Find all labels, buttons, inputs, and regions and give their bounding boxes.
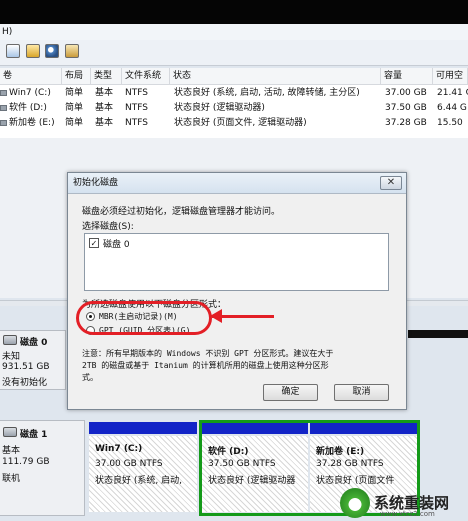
volume-name: 软件 (D:) xyxy=(9,103,47,113)
column-header-capacity[interactable]: 容量 xyxy=(381,68,433,85)
annotation-arrow-line xyxy=(212,315,274,318)
folder-icon[interactable] xyxy=(26,44,40,58)
volume-icon xyxy=(0,90,7,96)
volume-table: 卷 布局 类型 文件系统 状态 容量 可用空 Win7 (C:) 简单 基本 N… xyxy=(0,68,468,138)
dialog-title-bar[interactable]: 初始化磁盘 xyxy=(68,173,406,194)
volume-free: 15.50 xyxy=(437,118,463,128)
partition-name: Win7 (C:) xyxy=(95,444,143,454)
top-black-strip xyxy=(0,0,468,24)
site-logo-icon xyxy=(340,488,370,518)
column-header-type[interactable]: 类型 xyxy=(91,68,122,85)
site-watermark: 系统重装网 www.xtcz2.com xyxy=(332,486,468,521)
volume-icon xyxy=(0,120,7,126)
volume-layout: 简单 xyxy=(65,88,84,98)
annotation-oval xyxy=(76,301,212,335)
disk0-status: 没有初始化 xyxy=(2,378,48,388)
table-row[interactable]: 新加卷 (E:) 简单 基本 NTFS 状态良好 (页面文件, 逻辑驱动器) 3… xyxy=(0,116,468,130)
disk1-name: 磁盘 1 xyxy=(20,430,48,440)
disk1-kind: 基本 xyxy=(2,446,21,456)
disk1-status: 联机 xyxy=(2,474,21,484)
disk0-unallocated-bar xyxy=(408,330,468,338)
properties-icon[interactable] xyxy=(6,44,20,58)
column-header-volume[interactable]: 卷 xyxy=(0,68,62,85)
dialog-intro-text: 磁盘必须经过初始化，逻辑磁盘管理器才能访问。 xyxy=(82,207,281,217)
disk-checkbox[interactable]: ✓ xyxy=(89,238,99,248)
volume-free: 21.41 G xyxy=(437,88,468,98)
disk-icon xyxy=(3,427,17,437)
volume-type: 基本 xyxy=(95,88,114,98)
volume-layout: 简单 xyxy=(65,118,84,128)
cancel-button[interactable]: 取消 xyxy=(334,384,389,401)
volume-fs: NTFS xyxy=(125,118,148,128)
partition-size: 37.00 GB NTFS xyxy=(95,459,163,469)
volume-layout: 简单 xyxy=(65,103,84,113)
column-header-status[interactable]: 状态 xyxy=(170,68,381,85)
menu-help[interactable]: H) xyxy=(2,27,12,37)
disk1-label-panel[interactable]: 磁盘 1 基本 111.79 GB 联机 xyxy=(0,420,85,516)
volume-icon xyxy=(0,105,7,111)
disk0-kind: 未知 xyxy=(2,352,21,362)
search-icon[interactable] xyxy=(45,44,59,58)
settings-icon[interactable] xyxy=(65,44,79,58)
volume-capacity: 37.50 GB xyxy=(385,103,427,113)
disk-list-item: 磁盘 0 xyxy=(103,240,130,250)
column-header-layout[interactable]: 布局 xyxy=(62,68,91,85)
close-icon[interactable]: ✕ xyxy=(380,176,402,190)
volume-capacity: 37.28 GB xyxy=(385,118,427,128)
note-line-1: 注意：所有早期版本的 Windows 不识别 GPT 分区形式。建议在大于 xyxy=(82,349,334,358)
partition-c[interactable]: Win7 (C:) 37.00 GB NTFS 状态良好 (系统, 启动, xyxy=(89,422,197,512)
dialog-title: 初始化磁盘 xyxy=(73,178,119,188)
disk0-size: 931.51 GB xyxy=(2,362,50,372)
note-line-3: 式。 xyxy=(82,373,98,382)
volume-name: Win7 (C:) xyxy=(9,88,51,98)
partition-status: 状态良好 (系统, 启动, xyxy=(95,476,182,486)
volume-capacity: 37.00 GB xyxy=(385,88,427,98)
volume-status: 状态良好 (系统, 启动, 活动, 故障转储, 主分区) xyxy=(174,88,360,98)
disk-list[interactable]: ✓ 磁盘 0 xyxy=(84,233,389,291)
volume-status: 状态良好 (逻辑驱动器) xyxy=(174,103,265,113)
table-row[interactable]: 软件 (D:) 简单 基本 NTFS 状态良好 (逻辑驱动器) 37.50 GB… xyxy=(0,101,468,115)
toolbar xyxy=(0,40,468,66)
partition-bar xyxy=(89,422,197,434)
ok-button[interactable]: 确定 xyxy=(263,384,318,401)
volume-fs: NTFS xyxy=(125,103,148,113)
watermark-url: www.xtcz2.com xyxy=(380,510,435,518)
partition-body: Win7 (C:) 37.00 GB NTFS 状态良好 (系统, 启动, xyxy=(89,436,197,512)
disk-icon xyxy=(3,335,17,345)
column-header-filesystem[interactable]: 文件系统 xyxy=(122,68,170,85)
column-header-free[interactable]: 可用空 xyxy=(433,68,468,85)
volume-status: 状态良好 (页面文件, 逻辑驱动器) xyxy=(174,118,307,128)
disk0-name: 磁盘 0 xyxy=(20,338,48,348)
volume-type: 基本 xyxy=(95,118,114,128)
disk0-label-panel[interactable]: 磁盘 0 未知 931.51 GB 没有初始化 xyxy=(0,330,66,390)
disk-select-label: 选择磁盘(S): xyxy=(82,222,134,232)
volume-name: 新加卷 (E:) xyxy=(9,118,55,128)
volume-fs: NTFS xyxy=(125,88,148,98)
note-line-2: 2TB 的磁盘或基于 Itanium 的计算机所用的磁盘上使用这种分区形 xyxy=(82,361,329,370)
disk1-size: 111.79 GB xyxy=(2,457,50,467)
volume-free: 6.44 G xyxy=(437,103,467,113)
initialize-disk-dialog: 初始化磁盘 ✕ 磁盘必须经过初始化，逻辑磁盘管理器才能访问。 选择磁盘(S): … xyxy=(67,172,407,410)
table-row[interactable]: Win7 (C:) 简单 基本 NTFS 状态良好 (系统, 启动, 活动, 故… xyxy=(0,86,468,100)
volume-type: 基本 xyxy=(95,103,114,113)
menu-bar: H) xyxy=(0,24,468,40)
